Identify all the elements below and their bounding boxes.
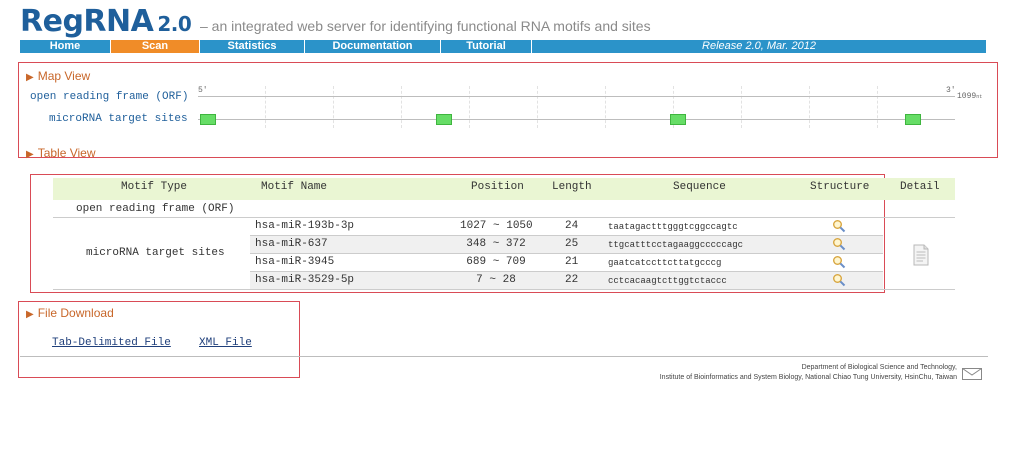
row-divider xyxy=(53,289,955,290)
col-sequence: Sequence xyxy=(673,181,726,193)
nav-scan[interactable]: Scan xyxy=(111,40,200,53)
sequence-length-label: 1099nt xyxy=(957,92,983,101)
five-prime-label: 5' xyxy=(198,86,208,95)
mirna-group-label: microRNA target sites xyxy=(86,247,225,259)
motif-length: 24 xyxy=(565,220,579,232)
nav-tutorial[interactable]: Tutorial xyxy=(441,40,532,53)
target-site-marker[interactable] xyxy=(436,114,452,125)
file-download-title-text: File Download xyxy=(37,306,114,320)
col-position: Position xyxy=(471,181,524,193)
nav-home[interactable]: Home xyxy=(20,40,111,53)
col-structure: Structure xyxy=(810,181,870,193)
table-view-title[interactable]: ▶ Table View xyxy=(26,146,96,160)
grid-line xyxy=(537,86,538,128)
footer-department: Department of Biological Science and Tec… xyxy=(801,364,957,371)
motif-length: 25 xyxy=(565,238,579,250)
tab-delimited-link[interactable]: Tab-Delimited File xyxy=(52,337,171,349)
motif-position: 7 ~ 28 xyxy=(476,274,516,286)
main-nav: Home Scan Statistics Documentation Tutor… xyxy=(20,40,986,53)
motif-length: 21 xyxy=(565,256,579,268)
col-detail: Detail xyxy=(900,181,940,193)
track-label-mirna: microRNA target sites xyxy=(49,113,188,125)
map-view-title-text: Map View xyxy=(37,69,91,83)
motif-sequence: gaatcatccttcttatgcccg xyxy=(608,258,722,268)
document-icon[interactable] xyxy=(912,244,930,266)
map-view-box xyxy=(18,62,998,158)
xml-file-link[interactable]: XML File xyxy=(199,337,252,349)
magnifier-icon[interactable] xyxy=(832,255,846,269)
nav-documentation[interactable]: Documentation xyxy=(305,40,441,53)
target-site-marker[interactable] xyxy=(670,114,686,125)
three-prime-label: 3' xyxy=(946,86,956,95)
site-tagline: – an integrated web server for identifyi… xyxy=(200,18,651,34)
map-view-title[interactable]: ▶ Map View xyxy=(26,69,90,83)
grid-line xyxy=(741,86,742,128)
motif-sequence: taatagactttgggtcggccagtc xyxy=(608,222,738,232)
row-divider xyxy=(250,253,883,254)
magnifier-icon[interactable] xyxy=(832,219,846,233)
magnifier-icon[interactable] xyxy=(832,237,846,251)
nav-statistics[interactable]: Statistics xyxy=(200,40,305,53)
row-divider xyxy=(250,271,883,272)
grid-line xyxy=(469,86,470,128)
grid-line xyxy=(401,86,402,128)
row-divider xyxy=(250,235,883,236)
orf-track-line xyxy=(198,96,955,97)
motif-name: hsa-miR-637 xyxy=(255,238,328,250)
motif-position: 689 ~ 709 xyxy=(466,256,526,268)
motif-name: hsa-miR-3529-5p xyxy=(255,274,355,286)
grid-line xyxy=(877,86,878,128)
col-motif-type: Motif Type xyxy=(121,181,188,193)
footer-divider xyxy=(20,356,988,357)
motif-sequence: ttgcatttcctagaaggcccccagc xyxy=(608,240,744,250)
motif-position: 1027 ~ 1050 xyxy=(460,220,533,232)
orf-row-label: open reading frame (ORF) xyxy=(76,203,235,215)
footer-institute: Institute of Bioinformatics and System B… xyxy=(659,374,957,381)
target-site-marker[interactable] xyxy=(905,114,921,125)
target-site-marker[interactable] xyxy=(200,114,216,125)
logo-version: 2.0 xyxy=(157,12,192,36)
triangle-right-icon: ▶ xyxy=(26,309,34,320)
release-info: Release 2.0, Mar. 2012 xyxy=(702,40,816,52)
triangle-right-icon: ▶ xyxy=(26,72,34,83)
grid-line xyxy=(605,86,606,128)
triangle-right-icon: ▶ xyxy=(26,149,34,160)
mail-icon[interactable] xyxy=(962,368,982,380)
row-divider xyxy=(883,217,955,218)
magnifier-icon[interactable] xyxy=(832,273,846,287)
motif-name: hsa-miR-3945 xyxy=(255,256,335,268)
grid-line xyxy=(809,86,810,128)
grid-line xyxy=(333,86,334,128)
motif-sequence: cctcacaagtcttggtctaccc xyxy=(608,276,727,286)
col-length: Length xyxy=(552,181,592,193)
table-view-title-text: Table View xyxy=(37,146,96,160)
track-label-orf: open reading frame (ORF) xyxy=(30,91,189,103)
col-motif-name: Motif Name xyxy=(261,181,328,193)
file-download-title[interactable]: ▶ File Download xyxy=(26,306,114,320)
motif-name: hsa-miR-193b-3p xyxy=(255,220,355,232)
motif-length: 22 xyxy=(565,274,579,286)
mirna-track-line xyxy=(198,119,955,120)
logo-text: RegRNA xyxy=(20,4,154,39)
row-divider xyxy=(53,217,955,218)
grid-line xyxy=(265,86,266,128)
site-logo[interactable]: RegRNA 2.0 xyxy=(20,4,192,39)
motif-position: 348 ~ 372 xyxy=(466,238,526,250)
